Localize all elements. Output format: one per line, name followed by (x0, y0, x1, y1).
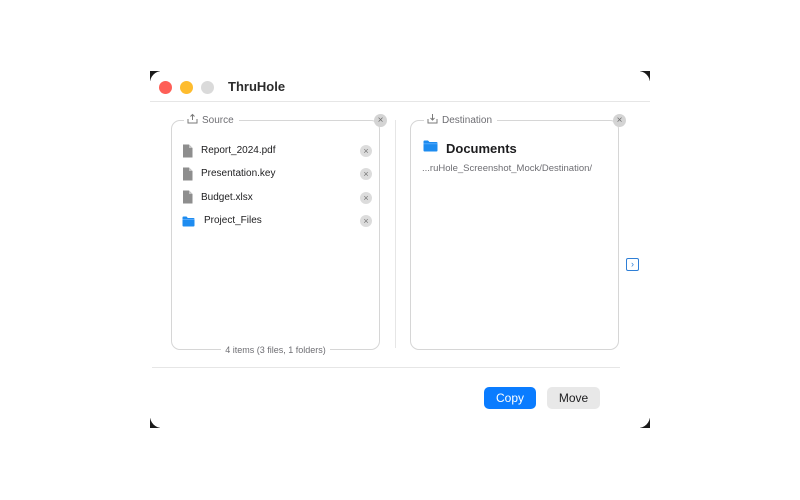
destination-label: Destination (442, 115, 493, 126)
clear-source-button[interactable]: × (374, 114, 387, 127)
list-item[interactable]: Report_2024.pdf × (182, 139, 372, 162)
destination-panel[interactable]: Destination × Documents ...ruHole_Screen… (410, 114, 626, 350)
item-count-text: 4 items (3 files, 1 folders) (221, 345, 330, 355)
destination-path: ...ruHole_Screenshot_Mock/Destination/ (422, 163, 593, 174)
panel-divider (395, 120, 396, 348)
chevron-right-icon[interactable]: › (626, 258, 639, 271)
folder-icon (423, 139, 438, 157)
destination-panel-header: Destination (424, 113, 498, 129)
clear-destination-button[interactable]: × (613, 114, 626, 127)
list-item[interactable]: Project_Files × (182, 209, 372, 232)
remove-item-button[interactable]: × (360, 145, 372, 157)
title-divider (150, 101, 650, 102)
remove-item-button[interactable]: × (360, 214, 372, 227)
list-item[interactable]: Budget.xlsx × (182, 186, 372, 209)
title-bar: ThruHole (150, 71, 650, 102)
remove-item-button[interactable]: × (360, 191, 372, 204)
document-icon (182, 144, 193, 158)
move-button[interactable]: Move (547, 387, 600, 409)
document-icon (182, 167, 193, 181)
document-icon (182, 190, 193, 204)
download-tray-icon (427, 113, 438, 129)
destination-folder-name: Documents (446, 140, 517, 156)
minimize-window-button[interactable] (180, 81, 193, 94)
source-summary: 4 items (3 files, 1 folders) (172, 345, 379, 355)
source-file-list: Report_2024.pdf × Presentation.key × Bud… (182, 139, 372, 232)
footer-divider (152, 367, 620, 368)
zoom-window-button[interactable] (201, 81, 214, 94)
file-name: Report_2024.pdf (201, 145, 276, 157)
source-panel-header: Source (184, 113, 239, 129)
app-window: ThruHole Source × Report_2024.pdf × Pres… (150, 71, 650, 428)
source-panel[interactable]: Source × Report_2024.pdf × Presentation.… (171, 113, 387, 355)
destination-folder: Documents (423, 139, 517, 157)
copy-button[interactable]: Copy (484, 387, 536, 409)
window-title: ThruHole (228, 79, 286, 94)
upload-tray-icon (187, 113, 198, 129)
file-name: Presentation.key (201, 168, 276, 180)
folder-name: Project_Files (204, 215, 262, 227)
close-window-button[interactable] (159, 81, 172, 94)
source-label: Source (202, 115, 234, 126)
file-name: Budget.xlsx (201, 191, 253, 203)
remove-item-button[interactable]: × (360, 168, 372, 181)
list-item[interactable]: Presentation.key × (182, 162, 372, 185)
folder-icon (182, 214, 195, 228)
